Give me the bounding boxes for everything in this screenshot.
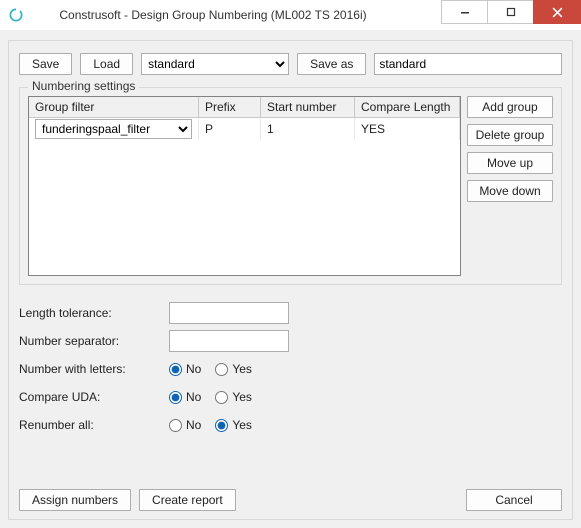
number-separator-input[interactable]	[169, 330, 289, 352]
label-compare-uda: Compare UDA:	[19, 390, 169, 404]
radio-yes[interactable]: Yes	[215, 418, 252, 432]
radio-input-yes[interactable]	[215, 391, 228, 404]
settings-block: Length tolerance: Number separator: Numb…	[19, 299, 562, 439]
groups-table: Group filter Prefix Start number Compare…	[28, 96, 461, 276]
save-as-button[interactable]: Save as	[297, 53, 366, 75]
row-compare-uda: Compare UDA: No Yes	[19, 383, 562, 411]
preset-select[interactable]: standard	[141, 53, 289, 75]
radio-no[interactable]: No	[169, 362, 201, 376]
close-button[interactable]	[533, 0, 581, 24]
groupbox-title: Numbering settings	[28, 79, 139, 93]
grid-area: Group filter Prefix Start number Compare…	[28, 96, 553, 276]
main-panel: Save Load standard Save as Numbering set…	[8, 40, 573, 520]
col-header-group-filter[interactable]: Group filter	[29, 97, 199, 118]
label-renumber-all: Renumber all:	[19, 418, 169, 432]
preset-name-input[interactable]	[374, 53, 562, 75]
radio-input-no[interactable]	[169, 391, 182, 404]
table-side-buttons: Add group Delete group Move up Move down	[467, 96, 553, 276]
spacer	[244, 489, 458, 511]
group-filter-select[interactable]: funderingspaal_filter	[35, 119, 192, 139]
load-button[interactable]: Load	[80, 53, 133, 75]
radio-number-with-letters: No Yes	[169, 362, 252, 376]
radio-label-yes: Yes	[232, 390, 252, 404]
col-header-compare-length[interactable]: Compare Length	[355, 97, 460, 118]
radio-renumber-all: No Yes	[169, 418, 252, 432]
table-body: funderingspaal_filter P 1 YES	[29, 118, 460, 275]
titlebar: Construsoft - Design Group Numbering (ML…	[0, 0, 581, 31]
row-length-tolerance: Length tolerance:	[19, 299, 562, 327]
col-header-prefix[interactable]: Prefix	[199, 97, 261, 118]
row-renumber-all: Renumber all: No Yes	[19, 411, 562, 439]
length-tolerance-input[interactable]	[169, 302, 289, 324]
radio-no[interactable]: No	[169, 418, 201, 432]
footer-buttons: Assign numbers Create report Cancel	[19, 489, 562, 511]
label-number-separator: Number separator:	[19, 334, 169, 348]
minimize-button[interactable]	[441, 0, 488, 24]
radio-yes[interactable]: Yes	[215, 390, 252, 404]
cell-prefix[interactable]: P	[199, 118, 261, 140]
radio-input-no[interactable]	[169, 363, 182, 376]
cell-compare-length[interactable]: YES	[355, 118, 460, 140]
assign-numbers-button[interactable]: Assign numbers	[19, 489, 131, 511]
table-header: Group filter Prefix Start number Compare…	[29, 97, 460, 118]
numbering-settings-group: Numbering settings Group filter Prefix S…	[19, 87, 562, 285]
table-row[interactable]: funderingspaal_filter P 1 YES	[29, 118, 460, 140]
cancel-button[interactable]: Cancel	[466, 489, 562, 511]
delete-group-button[interactable]: Delete group	[467, 124, 553, 146]
cell-group-filter[interactable]: funderingspaal_filter	[29, 118, 199, 140]
radio-no[interactable]: No	[169, 390, 201, 404]
col-header-start-number[interactable]: Start number	[261, 97, 355, 118]
preset-toolbar: Save Load standard Save as	[9, 41, 572, 79]
label-length-tolerance: Length tolerance:	[19, 306, 169, 320]
radio-compare-uda: No Yes	[169, 390, 252, 404]
cell-start-number[interactable]: 1	[261, 118, 355, 140]
move-up-button[interactable]: Move up	[467, 152, 553, 174]
window-title: Construsoft - Design Group Numbering (ML…	[0, 8, 442, 22]
radio-input-no[interactable]	[169, 419, 182, 432]
window: Construsoft - Design Group Numbering (ML…	[0, 0, 581, 528]
radio-yes[interactable]: Yes	[215, 362, 252, 376]
radio-input-yes[interactable]	[215, 363, 228, 376]
add-group-button[interactable]: Add group	[467, 96, 553, 118]
radio-label-yes: Yes	[232, 362, 252, 376]
radio-label-no: No	[186, 362, 201, 376]
radio-label-no: No	[186, 418, 201, 432]
move-down-button[interactable]: Move down	[467, 180, 553, 202]
label-number-with-letters: Number with letters:	[19, 362, 169, 376]
create-report-button[interactable]: Create report	[139, 489, 236, 511]
row-number-with-letters: Number with letters: No Yes	[19, 355, 562, 383]
radio-input-yes[interactable]	[215, 419, 228, 432]
radio-label-no: No	[186, 390, 201, 404]
client-area: Save Load standard Save as Numbering set…	[0, 30, 581, 528]
save-button[interactable]: Save	[19, 53, 72, 75]
maximize-button[interactable]	[487, 0, 534, 24]
window-controls	[442, 0, 581, 30]
row-number-separator: Number separator:	[19, 327, 562, 355]
radio-label-yes: Yes	[232, 418, 252, 432]
